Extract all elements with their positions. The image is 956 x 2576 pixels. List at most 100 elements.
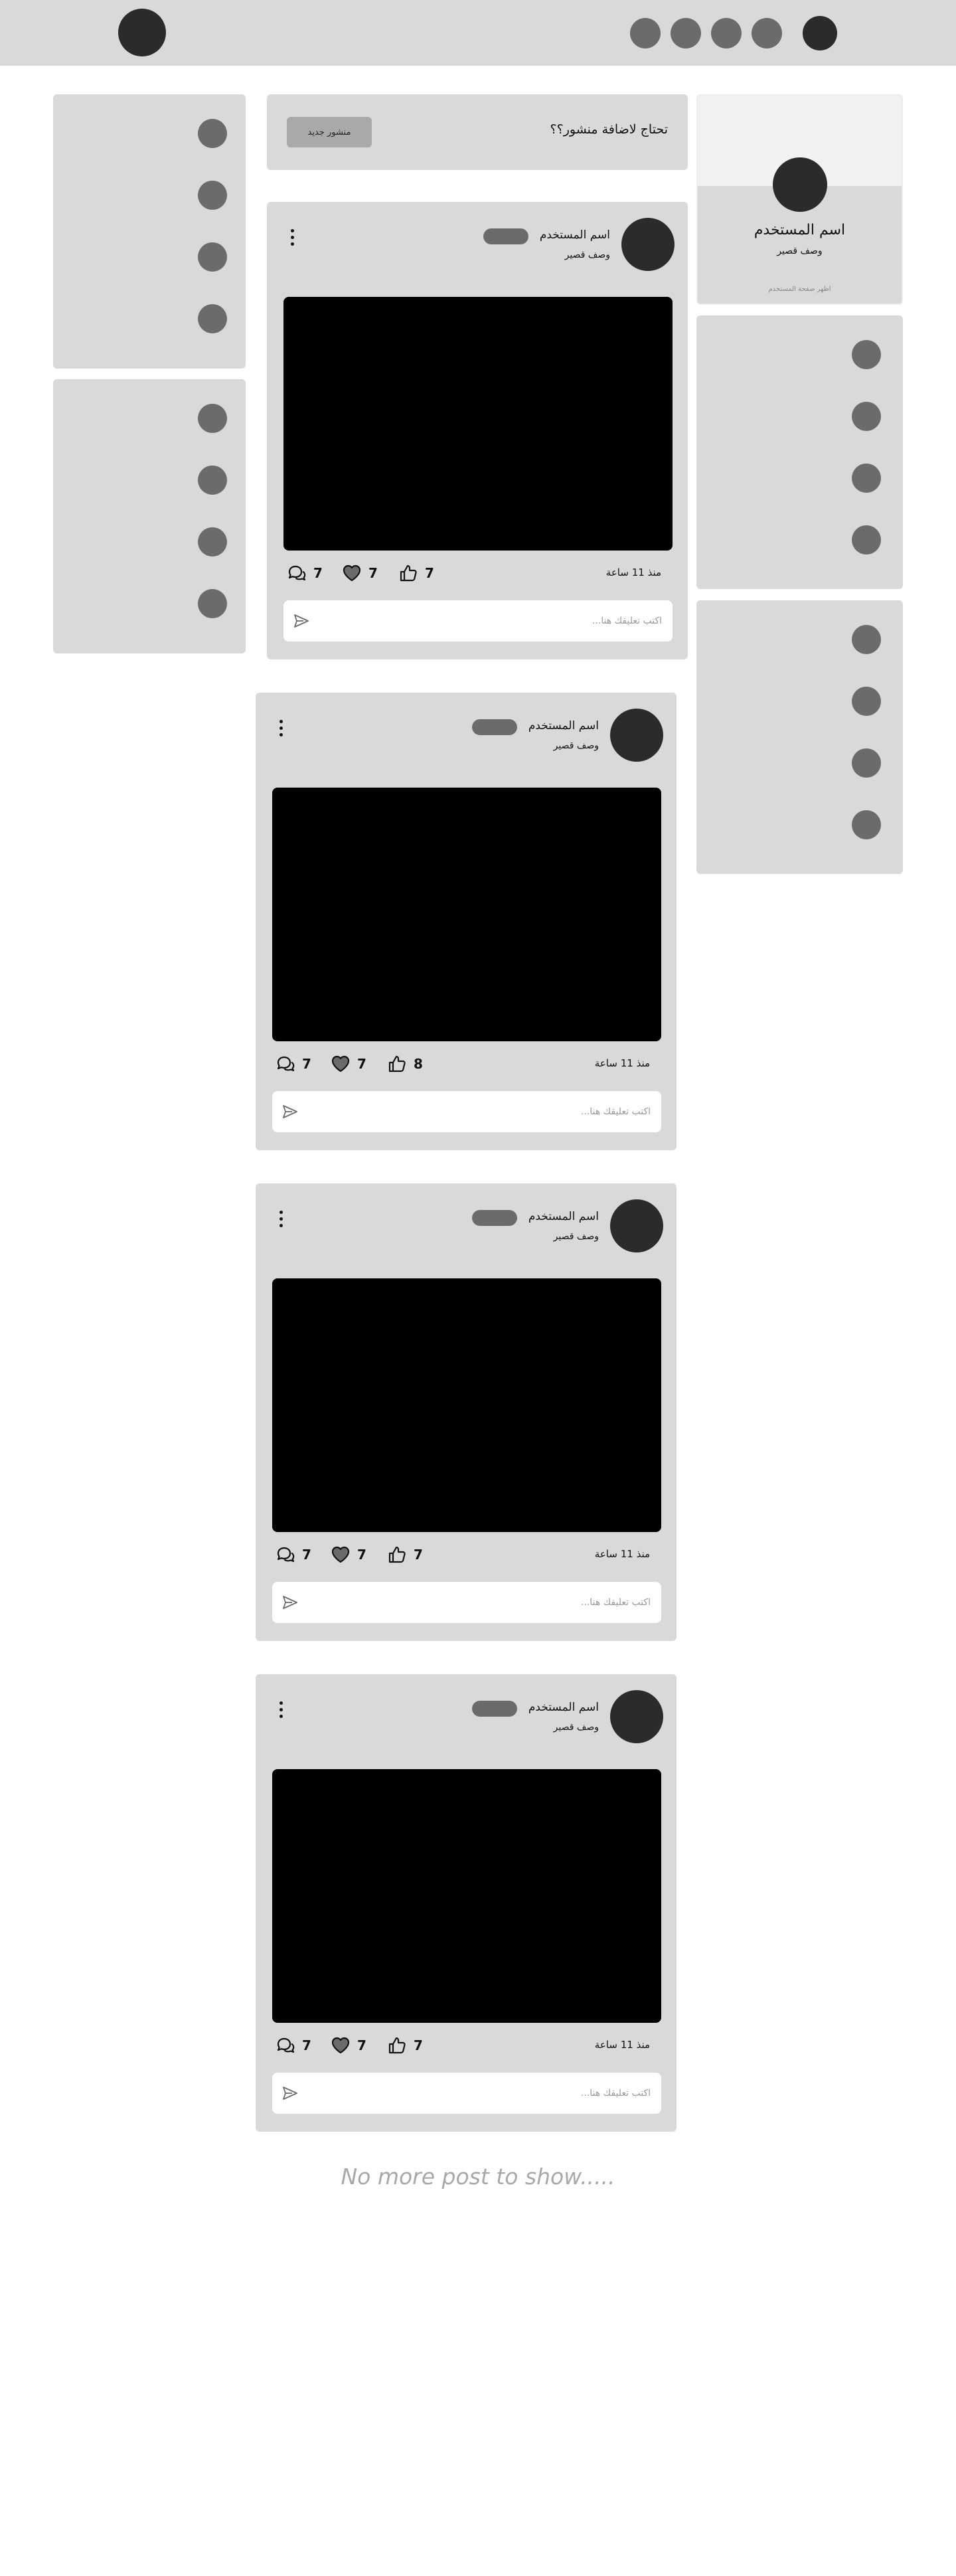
comment-input[interactable] [305, 1091, 651, 1132]
comment-input[interactable] [305, 2073, 651, 2114]
right-panel-2 [696, 600, 903, 874]
comment-icon [277, 1547, 295, 1563]
heart-count[interactable]: 7 [331, 1055, 366, 1073]
post-card: اسم المستخدم وصف قصير منذ 11 ساعة 7 7 7 [256, 1183, 677, 1641]
comment-icon [277, 1056, 295, 1072]
post-author-badge [472, 1701, 517, 1717]
comment-count[interactable]: 7 [276, 1545, 311, 1564]
left-item-icon[interactable] [198, 304, 227, 333]
right-item-icon[interactable] [852, 810, 881, 839]
post-media[interactable] [272, 1769, 661, 2023]
heart-icon [331, 2037, 350, 2054]
send-icon[interactable] [282, 2086, 298, 2101]
like-count-value: 8 [414, 1056, 423, 1072]
left-item-icon[interactable] [198, 589, 227, 618]
right-item-icon[interactable] [852, 525, 881, 555]
top-bar [0, 0, 956, 66]
profile-link[interactable]: اظهر صفحة المستخدم [698, 286, 902, 293]
post-author-description: وصف قصير [553, 1722, 599, 1733]
heart-count[interactable]: 7 [342, 564, 378, 582]
right-item-icon[interactable] [852, 687, 881, 716]
post-timestamp: منذ 11 ساعة [594, 1548, 650, 1560]
right-item-icon[interactable] [852, 625, 881, 654]
comment-input[interactable] [317, 600, 662, 642]
profile-avatar[interactable] [773, 157, 827, 212]
nav-icon-3[interactable] [711, 18, 742, 48]
thumbs-up-icon [388, 1055, 406, 1073]
logo-icon[interactable] [118, 9, 166, 56]
comment-count[interactable]: 7 [276, 1055, 311, 1073]
post-author-avatar[interactable] [610, 1199, 663, 1252]
more-options-icon[interactable] [276, 1209, 286, 1231]
left-panel-2 [53, 379, 246, 653]
left-item-icon[interactable] [198, 527, 227, 557]
comment-count[interactable]: 7 [276, 2036, 311, 2055]
more-options-icon[interactable] [287, 227, 297, 250]
thumbs-up-icon [400, 564, 417, 582]
profile-description: وصف قصير [777, 246, 823, 256]
send-icon[interactable] [293, 614, 309, 628]
heart-count-value: 7 [357, 1056, 366, 1072]
comment-box [272, 1091, 661, 1132]
heart-icon [343, 564, 361, 582]
more-options-icon[interactable] [276, 718, 286, 740]
right-item-icon[interactable] [852, 402, 881, 431]
post-author-badge [483, 228, 528, 244]
comment-icon [288, 565, 306, 581]
send-icon[interactable] [282, 1104, 298, 1119]
post-timestamp: منذ 11 ساعة [594, 1057, 650, 1069]
new-post-button[interactable]: منشور جديد [287, 117, 372, 147]
like-count[interactable]: 7 [387, 2036, 423, 2055]
post-card: اسم المستخدم وصف قصير منذ 11 ساعة 7 7 8 [256, 693, 677, 1150]
post-media[interactable] [283, 297, 673, 551]
post-card: اسم المستخدم وصف قصير منذ 11 ساعة 7 7 7 [256, 1674, 677, 2132]
heart-count[interactable]: 7 [331, 1545, 366, 1564]
nav-icon-2[interactable] [671, 18, 701, 48]
post-author-name[interactable]: اسم المستخدم [540, 228, 610, 242]
like-count-value: 7 [425, 565, 434, 581]
post-media[interactable] [272, 788, 661, 1041]
right-panel-1 [696, 315, 903, 589]
send-icon[interactable] [282, 1595, 298, 1610]
post-author-name[interactable]: اسم المستخدم [528, 1210, 599, 1223]
right-item-icon[interactable] [852, 340, 881, 369]
right-item-icon[interactable] [852, 464, 881, 493]
heart-count[interactable]: 7 [331, 2036, 366, 2055]
like-count[interactable]: 7 [398, 564, 434, 582]
right-item-icon[interactable] [852, 748, 881, 778]
post-author-avatar[interactable] [621, 218, 675, 271]
new-post-composer: تحتاج لاضافة منشور؟؟ منشور جديد [267, 94, 688, 170]
post-author-name[interactable]: اسم المستخدم [528, 1701, 599, 1714]
comment-count-value: 7 [302, 1056, 311, 1072]
comment-count[interactable]: 7 [287, 564, 323, 582]
nav-icon-1[interactable] [630, 18, 661, 48]
post-author-description: وصف قصير [553, 740, 599, 751]
heart-count-value: 7 [357, 2037, 366, 2053]
user-avatar-icon[interactable] [803, 16, 837, 50]
left-item-icon[interactable] [198, 404, 227, 433]
like-count[interactable]: 7 [387, 1545, 423, 1564]
comment-icon [277, 2037, 295, 2053]
nav-icon-4[interactable] [752, 18, 782, 48]
post-author-avatar[interactable] [610, 1690, 663, 1743]
left-item-icon[interactable] [198, 181, 227, 210]
post-author-badge [472, 719, 517, 735]
thumbs-up-icon [388, 1546, 406, 1563]
like-count[interactable]: 8 [387, 1055, 423, 1073]
comment-count-value: 7 [302, 2037, 311, 2053]
heart-icon [331, 1546, 350, 1563]
left-item-icon[interactable] [198, 242, 227, 272]
more-options-icon[interactable] [276, 1699, 286, 1722]
comment-input[interactable] [305, 1582, 651, 1623]
post-media[interactable] [272, 1278, 661, 1532]
post-author-name[interactable]: اسم المستخدم [528, 719, 599, 732]
post-author-avatar[interactable] [610, 709, 663, 762]
left-item-icon[interactable] [198, 119, 227, 148]
comment-count-value: 7 [302, 1547, 311, 1563]
post-timestamp: منذ 11 ساعة [605, 566, 661, 578]
post-card: اسم المستخدم وصف قصير منذ 11 ساعة 7 7 7 [267, 202, 688, 659]
post-timestamp: منذ 11 ساعة [594, 2039, 650, 2051]
left-item-icon[interactable] [198, 466, 227, 495]
post-author-badge [472, 1210, 517, 1226]
post-author-description: وصف قصير [553, 1231, 599, 1242]
